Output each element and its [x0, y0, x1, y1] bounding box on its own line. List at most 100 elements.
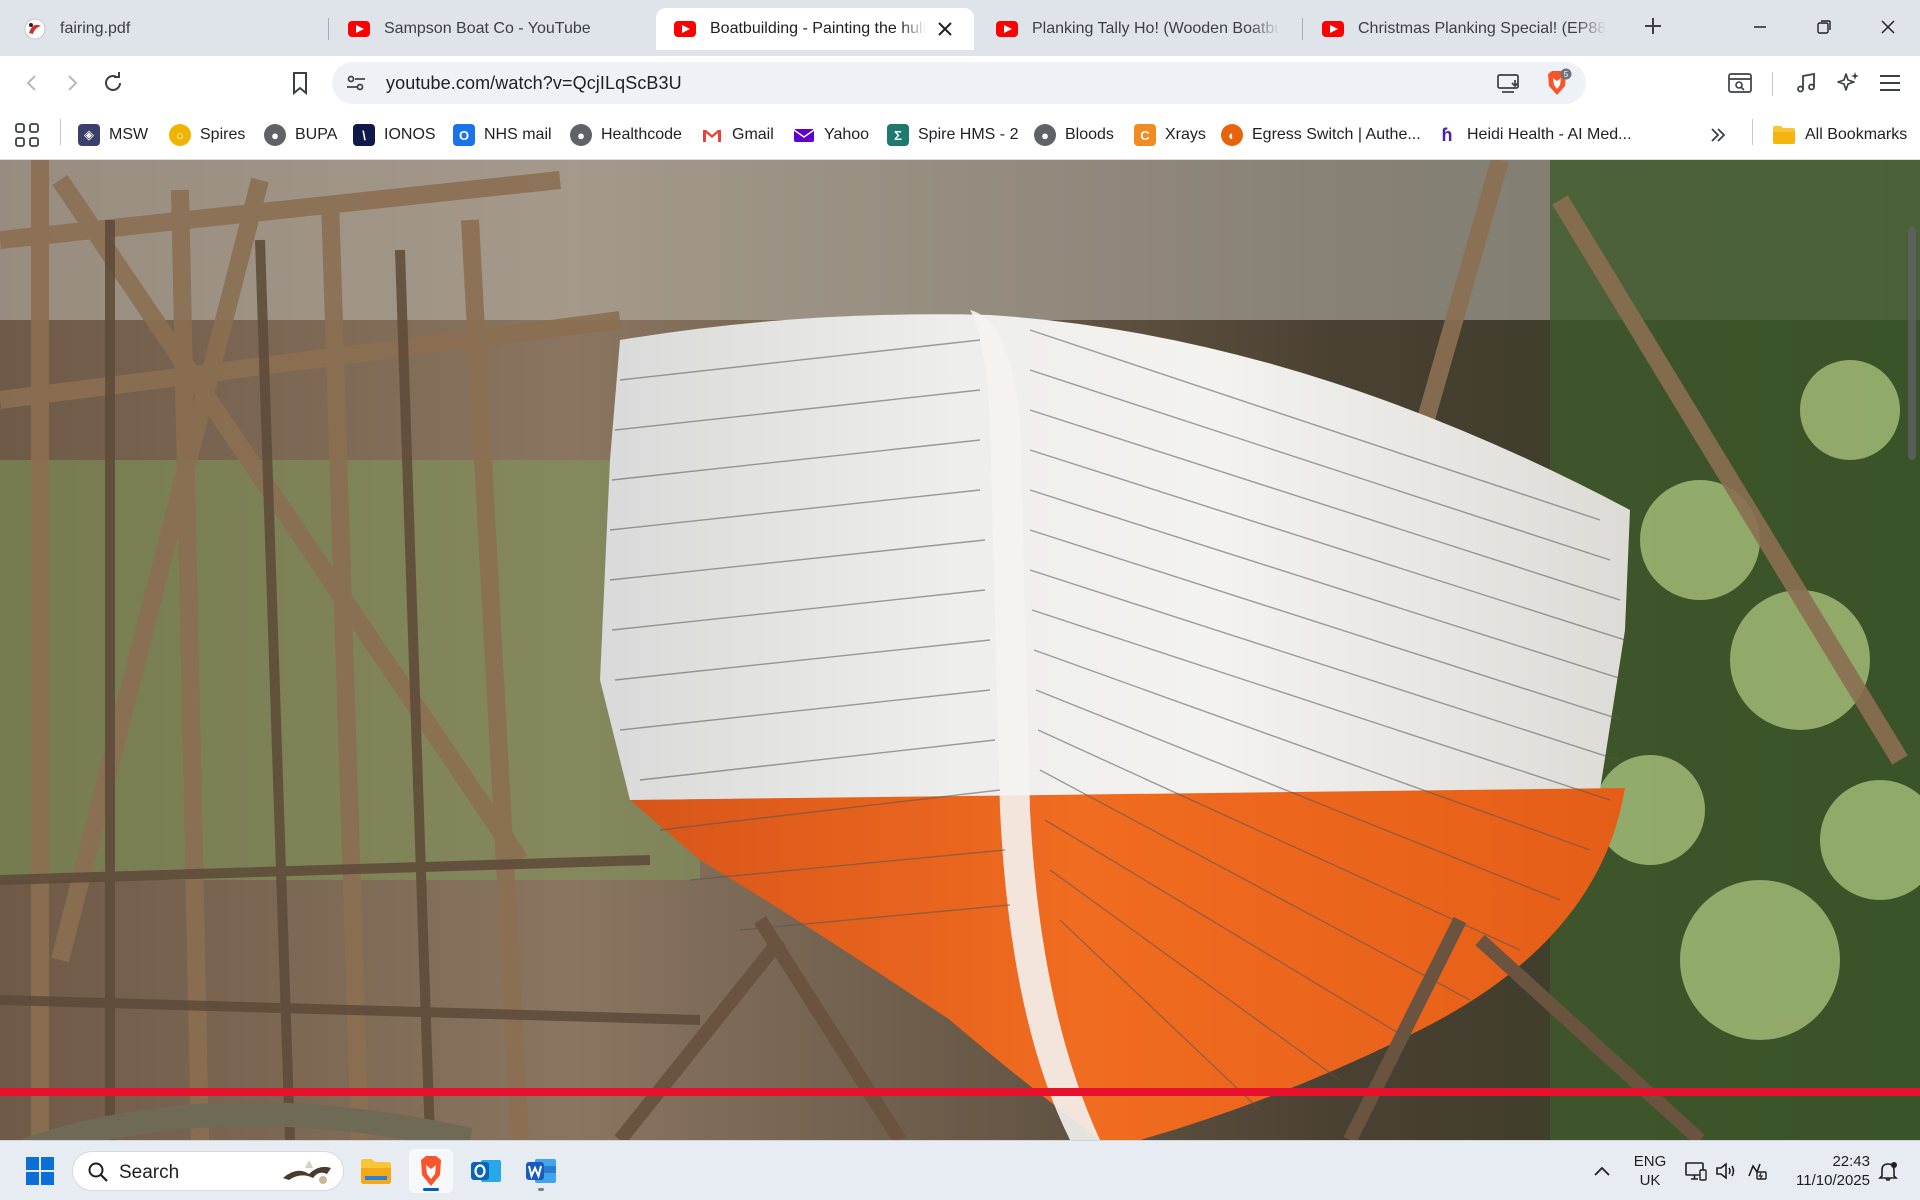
bookmark-label: MSW — [109, 126, 149, 143]
sidebar-button[interactable] — [1722, 65, 1758, 101]
restore-button[interactable] — [1804, 10, 1844, 44]
bookmark-gmail[interactable]: Gmail — [701, 121, 774, 149]
folder-icon — [361, 1159, 391, 1184]
bookmark-button[interactable] — [282, 65, 318, 101]
main-menu-button[interactable] — [1872, 65, 1908, 101]
apps-button[interactable] — [14, 121, 40, 149]
install-app-icon[interactable] — [1496, 71, 1522, 95]
xrays-icon: C — [1134, 124, 1156, 146]
url-text: youtube.com/watch?v=QcjILqScB3U — [386, 73, 682, 93]
site-settings-icon[interactable] — [344, 71, 368, 95]
bell-icon — [1878, 1162, 1898, 1181]
folder-icon — [1773, 126, 1795, 144]
bookmark-label: Healthcode — [601, 126, 682, 143]
scrollbar-thumb[interactable] — [1908, 226, 1916, 460]
clock[interactable]: 22:43 11/10/2025 — [1780, 1152, 1870, 1190]
all-bookmarks-label: All Bookmarks — [1805, 126, 1908, 143]
bookmark-bupa[interactable]: ● BUPA — [264, 121, 337, 149]
clock-date: 11/10/2025 — [1796, 1172, 1870, 1189]
more-bookmarks-button[interactable] — [1708, 121, 1728, 149]
tab-title: Boatbuilding - Painting the hull! ( — [710, 20, 926, 37]
bookmark-egress-switch[interactable]: ◐ Egress Switch | Authe... — [1221, 121, 1421, 149]
volume-icon[interactable] — [1714, 1159, 1738, 1183]
bookmark-msw[interactable]: ◈ MSW — [78, 121, 148, 149]
bookmark-spires[interactable]: ○ Spires — [169, 121, 245, 149]
bookmark-label: Bloods — [1065, 126, 1114, 143]
battery-charging-icon[interactable] — [1744, 1159, 1768, 1183]
close-icon[interactable] — [934, 18, 956, 40]
bookmark-healthcode[interactable]: ● Healthcode — [570, 121, 682, 149]
brave-browser-button[interactable] — [409, 1149, 453, 1193]
bookmark-label: Xrays — [1165, 126, 1206, 143]
tab-planking-tally-ho[interactable]: Planking Tally Ho! (Wooden Boatbuild — [978, 8, 1298, 50]
all-bookmarks-folder[interactable]: All Bookmarks — [1772, 121, 1907, 149]
outlook-icon — [471, 1160, 501, 1182]
input-language-indicator[interactable]: ENG UK — [1622, 1152, 1678, 1190]
bookmark-label: BUPA — [295, 126, 338, 143]
start-button[interactable] — [18, 1149, 62, 1193]
forward-button[interactable] — [54, 65, 90, 101]
pdf-icon — [24, 18, 46, 40]
close-window-button[interactable] — [1868, 10, 1908, 44]
geese-doodle-icon — [283, 1160, 331, 1184]
bookmark-spire-hms[interactable]: Σ Spire HMS - 2 — [887, 121, 1018, 149]
bookmarks-separator — [60, 119, 61, 145]
reload-button[interactable] — [95, 65, 131, 101]
notifications-button[interactable] — [1876, 1159, 1900, 1183]
bookmark-heidi-health[interactable]: ɦ Heidi Health - AI Med... — [1436, 121, 1632, 149]
windows-logo-icon — [26, 1157, 54, 1185]
video-player[interactable] — [0, 160, 1920, 1140]
bookmarks-bar: ◈ MSW ○ Spires ● BUPA \ IONOS O NHS mail… — [0, 110, 1920, 160]
bookmark-label: Heidi Health - AI Med... — [1467, 126, 1632, 143]
tab-title: Sampson Boat Co - YouTube — [384, 20, 591, 37]
bookmark-bloods[interactable]: ● Bloods — [1034, 121, 1114, 149]
bookmarks-separator — [1752, 119, 1753, 145]
taskbar-search[interactable]: Search — [72, 1151, 344, 1191]
outlook-button[interactable] — [464, 1149, 508, 1193]
video-progress-bar[interactable] — [0, 1088, 1920, 1096]
chevron-up-icon — [1594, 1166, 1610, 1176]
address-bar[interactable]: youtube.com/watch?v=QcjILqScB3U 5 — [332, 62, 1586, 104]
music-note-icon — [1797, 72, 1815, 93]
globe-icon: ● — [1034, 124, 1056, 146]
network-icon[interactable] — [1684, 1159, 1708, 1183]
file-explorer-button[interactable] — [354, 1149, 398, 1193]
bookmark-icon — [293, 72, 307, 95]
bookmark-xrays[interactable]: C Xrays — [1134, 121, 1206, 149]
leo-ai-button[interactable] — [1830, 65, 1866, 101]
sparkle-icon — [1837, 72, 1859, 91]
new-tab-button[interactable] — [1638, 12, 1668, 42]
bookmark-yahoo[interactable]: Yahoo — [793, 121, 869, 149]
bookmark-nhs-mail[interactable]: O NHS mail — [453, 121, 552, 149]
bookmark-label: Egress Switch | Authe... — [1252, 126, 1421, 143]
browser-toolbar: youtube.com/watch?v=QcjILqScB3U 5 — [0, 56, 1920, 110]
language-code: ENG — [1633, 1153, 1667, 1170]
apps-grid-icon — [15, 123, 39, 147]
tab-boatbuilding-painting[interactable]: Boatbuilding - Painting the hull! ( — [656, 8, 974, 50]
back-button[interactable] — [14, 65, 50, 101]
keyboard-layout: UK — [1639, 1172, 1661, 1189]
reload-icon — [105, 72, 121, 91]
globe-icon: ● — [570, 124, 592, 146]
search-placeholder: Search — [119, 1162, 180, 1183]
globe-icon: ● — [264, 124, 286, 146]
double-chevron-right-icon — [1711, 128, 1726, 142]
bookmark-ionos[interactable]: \ IONOS — [353, 121, 436, 149]
tab-christmas-planking[interactable]: Christmas Planking Special! (EP88 / Ta — [1304, 8, 1624, 50]
tab-fairing-pdf[interactable]: fairing.pdf — [6, 8, 324, 50]
word-button[interactable] — [519, 1149, 563, 1193]
tab-separator — [1302, 18, 1303, 40]
show-hidden-icons-button[interactable] — [1590, 1159, 1614, 1183]
plus-icon — [1645, 18, 1661, 34]
ionos-icon: \ — [353, 124, 375, 146]
tab-search-icon — [1728, 73, 1752, 93]
search-icon — [88, 1162, 108, 1182]
minimize-icon — [1754, 26, 1766, 28]
tab-sampson-boat-co[interactable]: Sampson Boat Co - YouTube — [330, 8, 650, 50]
media-button[interactable] — [1788, 65, 1824, 101]
bookmark-label: Spire HMS - 2 — [918, 126, 1019, 143]
minimize-button[interactable] — [1740, 10, 1780, 44]
gmail-icon — [703, 130, 721, 142]
bookmark-label: NHS mail — [484, 126, 552, 143]
brave-shields-icon[interactable]: 5 — [1542, 68, 1572, 98]
